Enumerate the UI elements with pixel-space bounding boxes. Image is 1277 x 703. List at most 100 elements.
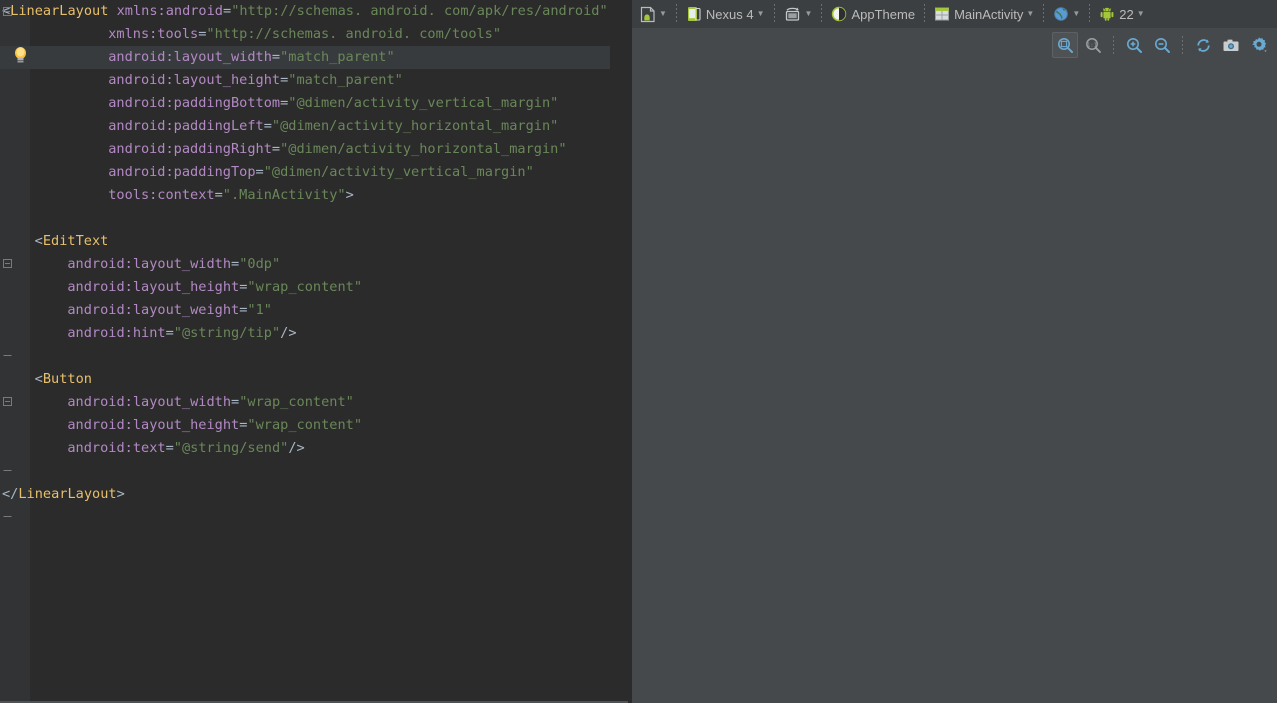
settings-button[interactable] — [1246, 32, 1272, 58]
code-line-text: tools:context=".MainActivity"> — [108, 184, 354, 207]
code-line[interactable]: android:paddingTop="@dimen/activity_vert… — [0, 161, 610, 184]
code-token: = — [214, 187, 223, 203]
zoom-actual-button[interactable]: 1:1 — [1080, 32, 1106, 58]
code-line[interactable]: android:paddingBottom="@dimen/activity_v… — [0, 92, 610, 115]
code-line-text: android:paddingRight="@dimen/activity_ho… — [108, 138, 566, 161]
code-line[interactable]: android:layout_weight="1" — [0, 299, 610, 322]
layout-preview-pane: ▼ Nexus 4 ▼ ▼ AppTheme MainActivity ▼ ▼ … — [632, 0, 1277, 703]
chevron-down-icon: ▼ — [659, 9, 667, 18]
code-token: "wrap_content" — [247, 279, 362, 295]
code-line[interactable]: android:layout_height="match_parent" — [0, 69, 610, 92]
code-line[interactable]: android:layout_height="wrap_content" — [0, 414, 610, 437]
code-token: LinearLayout — [10, 3, 109, 19]
code-line[interactable] — [0, 207, 610, 230]
code-token: = — [255, 164, 264, 180]
code-line[interactable]: tools:context=".MainActivity"> — [0, 184, 610, 207]
screenshot-button[interactable] — [1218, 32, 1244, 58]
locale-dropdown[interactable]: ▼ — [1049, 1, 1084, 27]
preview-config-toolbar: ▼ Nexus 4 ▼ ▼ AppTheme MainActivity ▼ ▼ … — [632, 0, 1277, 28]
toolbar-separator — [924, 4, 926, 24]
code-line[interactable]: android:layout_height="wrap_content" — [0, 276, 610, 299]
code-token: "http://schemas. android. com/apk/res/an… — [231, 3, 608, 19]
preview-action-toolbar: 1:1 — [1051, 30, 1273, 60]
code-line[interactable]: <EditText — [0, 230, 610, 253]
fold-marker[interactable] — [3, 351, 12, 360]
code-line[interactable] — [0, 345, 610, 368]
code-token: "@dimen/activity_vertical_margin" — [263, 164, 534, 180]
code-line-text: android:text="@string/send"/> — [67, 437, 304, 460]
zoom-in-icon — [1126, 37, 1143, 54]
code-token: Button — [42, 371, 92, 387]
code-line[interactable]: android:layout_width="match_parent" — [0, 46, 610, 69]
code-token: android:hint — [67, 325, 166, 341]
code-line[interactable]: android:layout_width="wrap_content" — [0, 391, 610, 414]
orientation-dropdown[interactable]: ▼ — [780, 1, 817, 27]
code-line[interactable]: xmlns:tools="http://schemas. android. co… — [0, 23, 610, 46]
code-line[interactable]: <Button — [0, 368, 610, 391]
zoom-to-fit-button[interactable] — [1052, 32, 1078, 58]
phone-icon — [686, 6, 702, 22]
code-line[interactable]: </LinearLayout> — [0, 483, 610, 506]
refresh-button[interactable] — [1190, 32, 1216, 58]
code-line-text: android:hint="@string/tip"/> — [67, 322, 296, 345]
lightbulb-icon[interactable] — [12, 46, 29, 64]
code-line-text: xmlns:tools="http://schemas. android. co… — [108, 23, 501, 46]
theme-dropdown[interactable]: AppTheme — [827, 1, 919, 27]
theme-label: AppTheme — [851, 6, 916, 22]
code-token: = — [231, 394, 240, 410]
android-studio-layout-editor: <LinearLayout xmlns:android="http://sche… — [0, 0, 1277, 703]
code-line[interactable]: android:paddingLeft="@dimen/activity_hor… — [0, 115, 610, 138]
rotate-screen-icon — [784, 6, 802, 22]
code-line[interactable]: <LinearLayout xmlns:android="http://sche… — [0, 0, 610, 23]
code-content[interactable]: <LinearLayout xmlns:android="http://sche… — [0, 0, 610, 701]
code-token: = — [271, 49, 281, 65]
code-line-text: android:paddingLeft="@dimen/activity_hor… — [108, 115, 558, 138]
code-line-text: </LinearLayout> — [2, 483, 125, 506]
api-level-dropdown[interactable]: 22 ▼ — [1095, 1, 1148, 27]
activity-dropdown[interactable]: MainActivity ▼ — [930, 1, 1038, 27]
editor-scroll-gutter[interactable] — [610, 0, 630, 701]
android-robot-icon — [1099, 6, 1115, 22]
toolbar-separator — [1182, 36, 1183, 54]
code-token: android:layout_width — [67, 256, 232, 272]
code-token: "match_parent" — [280, 49, 395, 65]
code-token: android:paddingRight — [108, 141, 272, 157]
code-line-text: android:paddingBottom="@dimen/activity_v… — [108, 92, 558, 115]
code-token: "0dp" — [239, 256, 281, 272]
code-token: = — [271, 141, 281, 157]
device-model-dropdown[interactable]: Nexus 4 ▼ — [682, 1, 769, 27]
fold-marker[interactable] — [3, 259, 12, 268]
code-line[interactable]: android:hint="@string/tip"/> — [0, 322, 610, 345]
code-token: /> — [288, 440, 305, 456]
code-line-text: android:layout_width="0dp" — [67, 253, 280, 276]
fold-marker[interactable] — [3, 7, 12, 16]
code-token: "1" — [247, 302, 272, 318]
code-token: EditText — [42, 233, 109, 249]
chevron-down-icon: ▼ — [1136, 9, 1145, 18]
camera-icon — [1222, 38, 1240, 53]
code-token: android:layout_weight — [67, 302, 240, 318]
code-line[interactable]: android:paddingRight="@dimen/activity_ho… — [0, 138, 610, 161]
xml-code-editor[interactable]: <LinearLayout xmlns:android="http://sche… — [0, 0, 630, 703]
code-token: "@dimen/activity_horizontal_margin" — [271, 118, 559, 134]
fold-marker[interactable] — [3, 397, 12, 406]
code-token: = — [231, 256, 240, 272]
zoom-out-button[interactable] — [1149, 32, 1175, 58]
code-line-text: android:layout_height="wrap_content" — [67, 414, 362, 437]
zoom-1to1-icon: 1:1 — [1085, 37, 1102, 54]
code-line[interactable]: android:layout_width="0dp" — [0, 253, 610, 276]
toolbar-separator — [675, 4, 677, 24]
toolbar-separator — [1043, 4, 1045, 24]
fold-marker[interactable] — [3, 466, 12, 475]
code-token: android:text — [67, 440, 166, 456]
code-token: = — [263, 118, 272, 134]
code-line[interactable]: android:text="@string/send"/> — [0, 437, 610, 460]
code-line[interactable] — [0, 460, 610, 483]
zoom-in-button[interactable] — [1121, 32, 1147, 58]
gear-icon — [1250, 36, 1268, 54]
fold-marker[interactable] — [3, 512, 12, 521]
device-dropdown[interactable]: ▼ — [636, 1, 671, 27]
toolbar-separator — [1113, 36, 1114, 54]
code-line-text: android:layout_height="match_parent" — [108, 69, 403, 92]
